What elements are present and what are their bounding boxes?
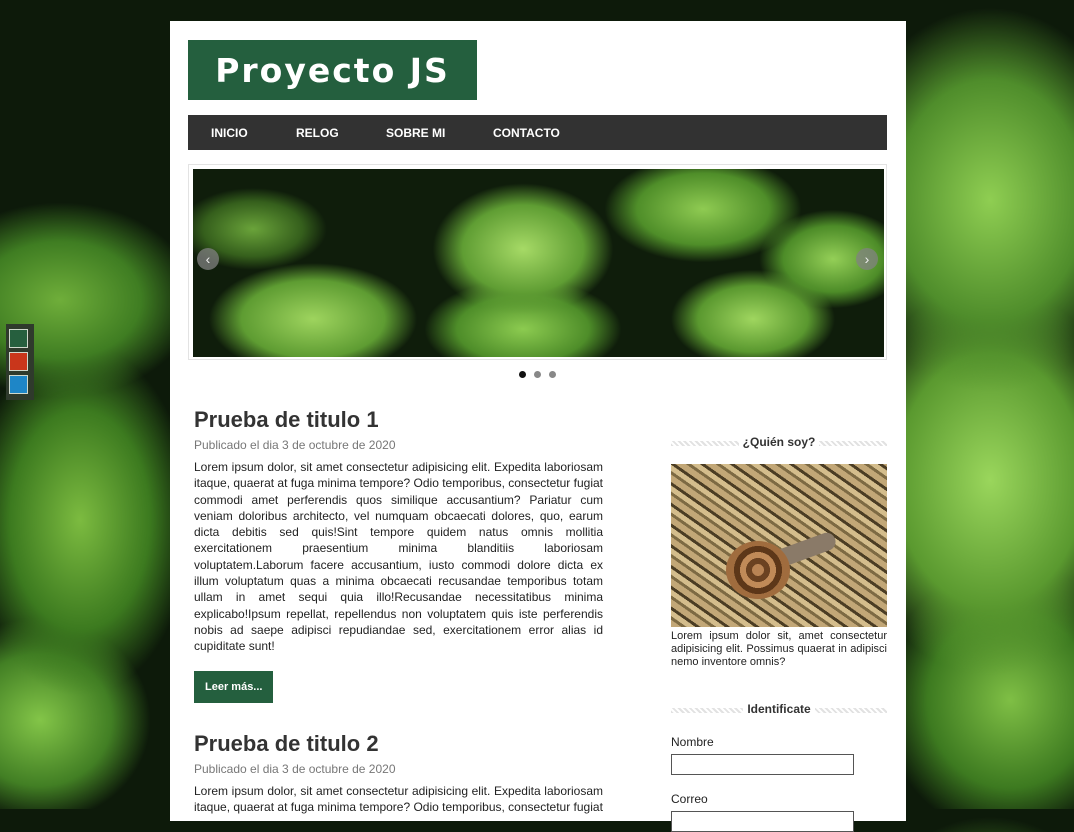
main-nav: INICIO RELOG SOBRE MI CONTACTO bbox=[188, 115, 887, 150]
nav-contacto[interactable]: CONTACTO bbox=[493, 126, 560, 140]
theme-green-swatch[interactable] bbox=[9, 329, 28, 348]
image-slider: ‹ › bbox=[188, 164, 887, 360]
name-input[interactable] bbox=[671, 754, 854, 775]
post-1: Prueba de titulo 1 Publicado el dia 3 de… bbox=[194, 407, 603, 703]
post-2: Prueba de titulo 2 Publicado el dia 3 de… bbox=[194, 731, 603, 816]
slider-prev-icon[interactable]: ‹ bbox=[197, 248, 219, 270]
nav-inicio[interactable]: INICIO bbox=[211, 126, 248, 140]
post-title: Prueba de titulo 2 bbox=[194, 731, 379, 756]
read-more-button[interactable]: Leer más... bbox=[194, 670, 274, 703]
login-widget: Identificate Nombre Correo bbox=[671, 702, 887, 832]
slider-dot-3[interactable] bbox=[549, 371, 556, 378]
theme-switcher bbox=[6, 324, 34, 400]
page-container: Proyecto JS INICIO RELOG SOBRE MI CONTAC… bbox=[170, 21, 906, 832]
about-widget: ¿Quién soy? Lorem ipsum dolor sit, amet … bbox=[671, 435, 887, 669]
email-input[interactable] bbox=[671, 811, 854, 832]
post-body: Lorem ipsum dolor, sit amet consectetur … bbox=[194, 460, 603, 654]
name-label: Nombre bbox=[671, 735, 714, 749]
slider-pager bbox=[519, 371, 556, 378]
login-title: Identificate bbox=[671, 702, 887, 718]
post-date: Publicado el dia 3 de octubre de 2020 bbox=[194, 438, 396, 452]
nav-sobre-mi[interactable]: SOBRE MI bbox=[386, 126, 445, 140]
slider-next-icon[interactable]: › bbox=[856, 248, 878, 270]
post-date: Publicado el dia 3 de octubre de 2020 bbox=[194, 762, 396, 776]
slider-dot-2[interactable] bbox=[534, 371, 541, 378]
nav-relog[interactable]: RELOG bbox=[296, 126, 339, 140]
slider-dot-1[interactable] bbox=[519, 371, 526, 378]
email-label: Correo bbox=[671, 792, 708, 806]
about-text: Lorem ipsum dolor sit, amet consectetur … bbox=[671, 630, 887, 668]
snail-shell bbox=[726, 541, 790, 599]
slide-image bbox=[193, 169, 884, 357]
post-body: Lorem ipsum dolor, sit amet consectetur … bbox=[194, 784, 603, 815]
theme-blue-swatch[interactable] bbox=[9, 375, 28, 394]
site-logo[interactable]: Proyecto JS bbox=[188, 40, 477, 100]
theme-red-swatch[interactable] bbox=[9, 352, 28, 371]
about-title: ¿Quién soy? bbox=[671, 435, 887, 451]
post-title: Prueba de titulo 1 bbox=[194, 407, 379, 432]
about-image bbox=[671, 464, 887, 627]
